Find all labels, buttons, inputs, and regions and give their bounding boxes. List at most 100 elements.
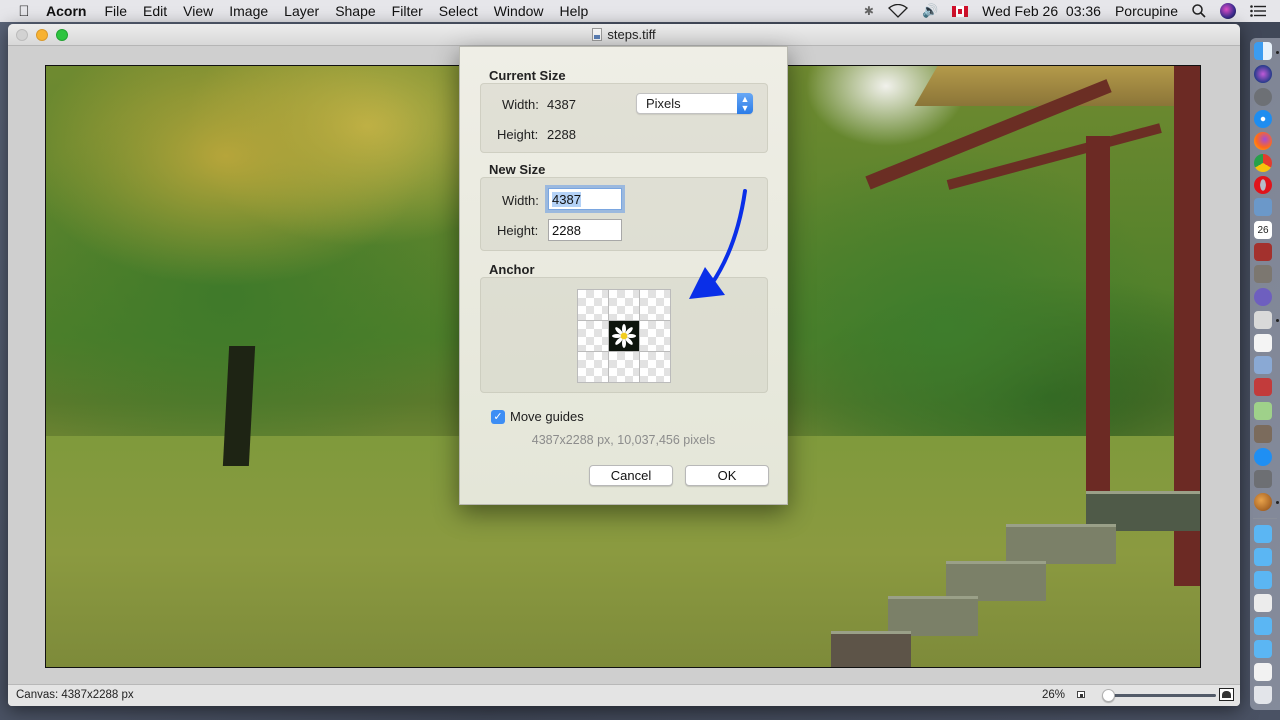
menu-image[interactable]: Image bbox=[221, 0, 276, 22]
move-guides-label[interactable]: Move guides bbox=[510, 409, 584, 424]
current-width-value: 4387 bbox=[547, 97, 576, 112]
dock-maps-icon[interactable] bbox=[1254, 402, 1272, 420]
anchor-bottom-right[interactable] bbox=[640, 352, 670, 382]
dock-acorn-icon[interactable] bbox=[1254, 493, 1272, 511]
new-height-input-value: 2288 bbox=[552, 223, 581, 238]
menu-layer[interactable]: Layer bbox=[276, 0, 327, 22]
pixel-count-text: 4387x2288 px, 10,037,456 pixels bbox=[531, 433, 716, 447]
anchor-middle-right[interactable] bbox=[640, 321, 670, 351]
dock-photo-booth-icon[interactable] bbox=[1254, 378, 1272, 396]
menu-bar:  Acorn File Edit View Image Layer Shape… bbox=[0, 0, 1280, 22]
anchor-middle-left[interactable] bbox=[578, 321, 608, 351]
zoom-percentage: 26% bbox=[1041, 689, 1065, 701]
anchor-bottom-center[interactable] bbox=[609, 352, 639, 382]
menu-help[interactable]: Help bbox=[552, 0, 597, 22]
dock-photos-icon[interactable] bbox=[1254, 425, 1272, 443]
dock-calculator-icon[interactable] bbox=[1254, 265, 1272, 283]
zoom-slider[interactable] bbox=[1102, 689, 1216, 702]
dock: 26 bbox=[1250, 38, 1280, 710]
dock-chrome-icon[interactable] bbox=[1254, 154, 1272, 172]
dock-launchpad-icon[interactable] bbox=[1254, 88, 1272, 106]
anchor-top-center[interactable] bbox=[609, 290, 639, 320]
spotlight-search-icon[interactable] bbox=[1192, 4, 1206, 18]
anchor-center[interactable] bbox=[609, 321, 639, 351]
dock-bbedit-icon[interactable] bbox=[1254, 288, 1272, 306]
dock-grapher-icon[interactable] bbox=[1254, 311, 1272, 329]
running-indicator bbox=[1276, 319, 1279, 322]
anchor-bottom-left[interactable] bbox=[578, 352, 608, 382]
dock-trash-icon[interactable] bbox=[1254, 686, 1272, 704]
new-width-input-value: 4387 bbox=[552, 192, 581, 207]
move-guides-checkbox[interactable]: ✓ bbox=[491, 409, 505, 424]
anchor-top-left[interactable] bbox=[578, 290, 608, 320]
menu-edit[interactable]: Edit bbox=[135, 0, 175, 22]
canvas-size-dialog: Current Size Width: 4387 Height: 2288 Pi… bbox=[459, 46, 788, 505]
zoom-in-icon[interactable] bbox=[1219, 688, 1234, 701]
new-width-label: Width: bbox=[502, 193, 539, 208]
anchor-title: Anchor bbox=[489, 262, 535, 277]
daisy-icon bbox=[612, 324, 636, 348]
units-select-value: Pixels bbox=[646, 96, 681, 111]
current-height-label: Height: bbox=[497, 127, 539, 142]
dock-calendar-icon[interactable]: 26 bbox=[1254, 221, 1272, 239]
wifi-icon[interactable] bbox=[887, 4, 908, 18]
dock-siri-icon[interactable] bbox=[1254, 65, 1272, 83]
dock-folder-icon[interactable] bbox=[1254, 571, 1272, 589]
photo-step bbox=[831, 631, 911, 667]
user-name[interactable]: Porcupine bbox=[1115, 3, 1178, 19]
canvas-size-info: Canvas: 4387x2288 px bbox=[16, 689, 134, 701]
pixel-count-info: 4387x2288 px, 10,037,456 pixels bbox=[460, 433, 787, 447]
zoom-out-icon[interactable] bbox=[1077, 691, 1085, 698]
dock-folder-icon[interactable] bbox=[1254, 548, 1272, 566]
title-bar[interactable]: steps.tiff bbox=[8, 24, 1240, 46]
units-select[interactable]: Pixels ▲ ▼ bbox=[636, 93, 753, 114]
photo-step bbox=[888, 596, 978, 636]
anchor-top-right[interactable] bbox=[640, 290, 670, 320]
dock-system-preferences-icon[interactable] bbox=[1254, 470, 1272, 488]
dock-textedit-icon[interactable] bbox=[1254, 334, 1272, 352]
status-bar: Canvas: 4387x2288 px 26% bbox=[8, 684, 1240, 706]
input-source-flag-icon[interactable] bbox=[952, 5, 969, 17]
ok-button[interactable]: OK bbox=[685, 465, 769, 486]
new-size-title: New Size bbox=[489, 162, 546, 177]
dock-app-store-icon[interactable] bbox=[1254, 448, 1272, 466]
dock-folder-icon[interactable] bbox=[1254, 525, 1272, 543]
clock[interactable]: Wed Feb 26 03:36 bbox=[982, 3, 1101, 19]
menu-shape[interactable]: Shape bbox=[327, 0, 383, 22]
window-title: steps.tiff bbox=[8, 27, 1240, 42]
dock-screenshot-icon[interactable] bbox=[1254, 663, 1272, 681]
menu-file[interactable]: File bbox=[96, 0, 135, 22]
siri-icon[interactable] bbox=[1220, 3, 1236, 19]
cancel-button[interactable]: Cancel bbox=[589, 465, 673, 486]
running-indicator bbox=[1276, 501, 1279, 504]
volume-icon[interactable]: 🔊 bbox=[922, 3, 938, 19]
dock-firefox-icon[interactable] bbox=[1254, 132, 1272, 150]
menu-app-name[interactable]: Acorn bbox=[40, 0, 96, 22]
zoom-slider-knob[interactable] bbox=[1102, 689, 1115, 702]
dock-folder-icon[interactable] bbox=[1254, 617, 1272, 635]
dock-finder-icon[interactable] bbox=[1254, 42, 1272, 60]
dock-preview-icon[interactable] bbox=[1254, 198, 1272, 216]
dock-safari-icon[interactable] bbox=[1254, 110, 1272, 128]
apple-menu-icon[interactable]:  bbox=[0, 3, 40, 20]
move-guides-checkbox-row[interactable]: ✓ Move guides bbox=[491, 409, 584, 424]
bluetooth-icon[interactable]: ✱ bbox=[864, 4, 874, 18]
dock-document-icon[interactable] bbox=[1254, 594, 1272, 612]
menu-window[interactable]: Window bbox=[486, 0, 552, 22]
new-height-input[interactable]: 2288 bbox=[548, 219, 622, 241]
new-height-label: Height: bbox=[497, 223, 539, 238]
notification-center-icon[interactable] bbox=[1250, 5, 1266, 17]
new-width-input[interactable]: 4387 bbox=[548, 188, 622, 210]
current-width-label: Width: bbox=[502, 97, 539, 112]
dock-image-capture-icon[interactable] bbox=[1254, 356, 1272, 374]
photo-step bbox=[1006, 524, 1116, 564]
current-height-value: 2288 bbox=[547, 127, 576, 142]
running-indicator bbox=[1276, 51, 1279, 54]
dock-opera-icon[interactable] bbox=[1254, 176, 1272, 194]
menu-select[interactable]: Select bbox=[431, 0, 486, 22]
dock-folder-icon[interactable] bbox=[1254, 640, 1272, 658]
menu-view[interactable]: View bbox=[175, 0, 221, 22]
menu-filter[interactable]: Filter bbox=[384, 0, 431, 22]
window-title-text: steps.tiff bbox=[607, 27, 656, 42]
dock-dictionary-icon[interactable] bbox=[1254, 243, 1272, 261]
